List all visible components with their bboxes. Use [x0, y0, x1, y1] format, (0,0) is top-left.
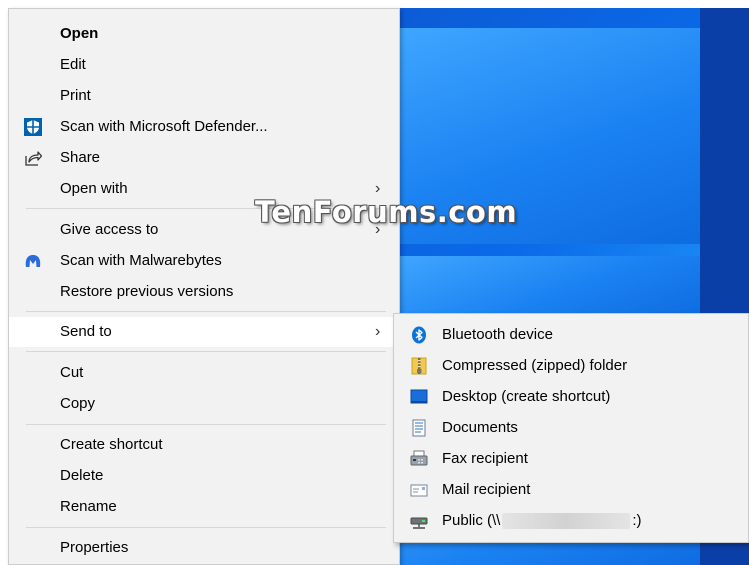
- context-menu: Open Edit Print Scan with Microsoft Defe…: [8, 8, 400, 565]
- menu-separator: [26, 527, 386, 528]
- menu-item-label: Scan with Malwarebytes: [60, 252, 222, 269]
- menu-item-edit[interactable]: Edit: [9, 50, 399, 80]
- menu-item-send-to[interactable]: Send to ›: [9, 317, 399, 347]
- network-drive-icon: [410, 512, 428, 530]
- submenu-item-mail[interactable]: Mail recipient: [394, 475, 748, 505]
- menu-item-share[interactable]: Share: [9, 143, 399, 173]
- submenu-item-public-drive[interactable]: Public (\\:): [394, 506, 748, 536]
- public-suffix: :): [632, 512, 642, 529]
- documents-icon: [410, 419, 428, 437]
- fax-icon: [410, 450, 428, 468]
- menu-separator: [26, 351, 386, 352]
- menu-item-scan-malwarebytes[interactable]: Scan with Malwarebytes: [9, 246, 399, 276]
- menu-item-label: Rename: [60, 498, 117, 515]
- menu-item-label: Create shortcut: [60, 436, 163, 453]
- menu-item-open[interactable]: Open: [9, 19, 399, 49]
- menu-item-label: Cut: [60, 364, 84, 381]
- bluetooth-icon: [410, 326, 428, 344]
- menu-item-properties[interactable]: Properties: [9, 533, 399, 563]
- menu-item-label: Open: [60, 25, 99, 42]
- menu-item-label: Share: [60, 149, 101, 166]
- submenu-item-label: Compressed (zipped) folder: [442, 357, 628, 374]
- submenu-item-documents[interactable]: Documents: [394, 413, 748, 443]
- submenu-item-desktop[interactable]: Desktop (create shortcut): [394, 382, 748, 412]
- menu-item-restore-versions[interactable]: Restore previous versions: [9, 277, 399, 307]
- menu-item-label: Copy: [60, 395, 96, 412]
- menu-item-label: Properties: [60, 539, 129, 556]
- submenu-item-compressed-folder[interactable]: Compressed (zipped) folder: [394, 351, 748, 381]
- menu-item-label: Scan with Microsoft Defender...: [60, 118, 268, 135]
- menu-separator: [26, 311, 386, 312]
- chevron-right-icon: ›: [375, 323, 381, 340]
- submenu-item-label: Public (\\:): [442, 512, 642, 530]
- share-icon: [24, 149, 43, 167]
- public-prefix: Public (\\: [442, 512, 501, 529]
- submenu-item-fax[interactable]: Fax recipient: [394, 444, 748, 474]
- submenu-item-label: Mail recipient: [442, 481, 531, 498]
- menu-item-scan-defender[interactable]: Scan with Microsoft Defender...: [9, 112, 399, 142]
- submenu-item-label: Fax recipient: [442, 450, 528, 467]
- malwarebytes-icon: [24, 252, 42, 270]
- shield-icon: [24, 118, 42, 136]
- menu-item-rename[interactable]: Rename: [9, 492, 399, 522]
- menu-item-label: Send to: [60, 323, 112, 340]
- menu-item-label: Print: [60, 87, 91, 104]
- menu-item-print[interactable]: Print: [9, 81, 399, 111]
- desktop-icon: [410, 388, 428, 406]
- send-to-submenu: Bluetooth device Compressed (zipped) fol…: [393, 313, 749, 543]
- menu-item-label: Edit: [60, 56, 86, 73]
- menu-item-label: Open with: [60, 180, 128, 197]
- submenu-item-bluetooth[interactable]: Bluetooth device: [394, 320, 748, 350]
- menu-item-label: Give access to: [60, 221, 159, 238]
- menu-separator: [26, 424, 386, 425]
- menu-item-label: Delete: [60, 467, 104, 484]
- submenu-item-label: Documents: [442, 419, 518, 436]
- menu-item-copy[interactable]: Copy: [9, 389, 399, 419]
- zip-folder-icon: [410, 357, 428, 375]
- watermark: TenForums.com: [255, 195, 518, 229]
- mail-icon: [410, 481, 428, 499]
- redacted-server-name: [502, 513, 631, 530]
- menu-item-label: Restore previous versions: [60, 283, 234, 300]
- menu-item-cut[interactable]: Cut: [9, 358, 399, 388]
- submenu-item-label: Bluetooth device: [442, 326, 553, 343]
- wallpaper-pane: [398, 256, 700, 318]
- menu-item-delete[interactable]: Delete: [9, 461, 399, 491]
- submenu-item-label: Desktop (create shortcut): [442, 388, 611, 405]
- menu-item-create-shortcut[interactable]: Create shortcut: [9, 430, 399, 460]
